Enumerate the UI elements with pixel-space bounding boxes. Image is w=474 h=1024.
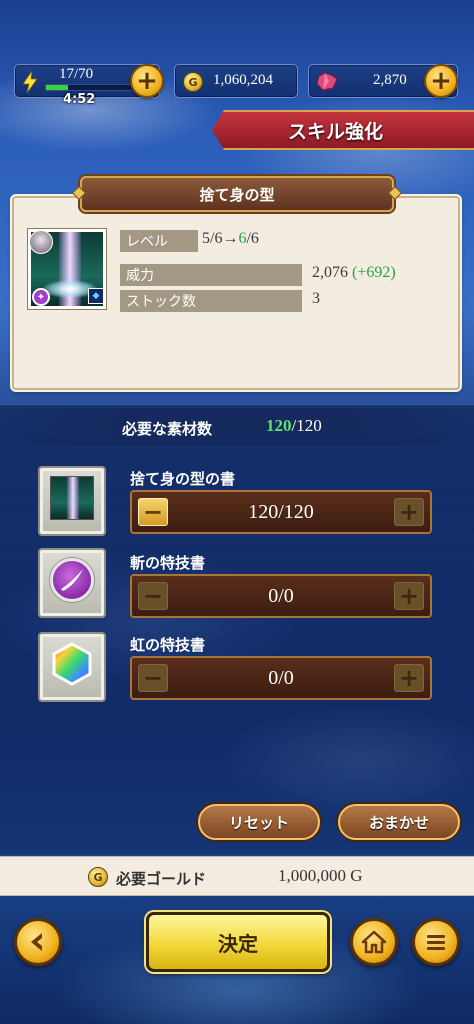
menu-button[interactable] bbox=[412, 918, 460, 966]
material-item-3-stepper: − 0/0 + bbox=[130, 656, 432, 700]
material-item-1-name: 捨て身の型の書 bbox=[130, 470, 236, 488]
slash-scroll-icon bbox=[50, 558, 94, 602]
slash-icon bbox=[61, 569, 83, 591]
material-item-3-icon bbox=[38, 632, 106, 702]
decrease-button[interactable]: − bbox=[138, 664, 168, 692]
auto-select-button[interactable]: おまかせ bbox=[338, 804, 460, 840]
material-item-1-icon bbox=[38, 466, 106, 536]
rainbow-scroll-icon bbox=[50, 642, 94, 686]
material-item-3-count: 0/0 bbox=[268, 666, 294, 689]
screen-title-ribbon: スキル強化 bbox=[212, 110, 474, 150]
plus-icon: + bbox=[398, 664, 420, 692]
slash-type-icon: ✦ bbox=[32, 288, 50, 306]
plus-icon: + bbox=[398, 498, 420, 526]
gold-coin-icon: G bbox=[183, 72, 203, 92]
decrease-button[interactable]: − bbox=[138, 582, 168, 610]
home-button[interactable] bbox=[350, 918, 398, 966]
gold-coin-icon: G bbox=[88, 867, 108, 887]
plus-icon: + bbox=[430, 66, 452, 96]
stamina-value: 17/70 bbox=[59, 66, 94, 82]
gem-value: 2,870 bbox=[373, 72, 407, 88]
minus-icon: − bbox=[142, 664, 164, 692]
skill-scroll-icon bbox=[50, 476, 94, 520]
reset-button[interactable]: リセット bbox=[198, 804, 320, 840]
stock-value: 3 bbox=[312, 290, 320, 307]
required-materials-label: 必要な素材数 bbox=[122, 420, 213, 438]
power-number: 2,076 bbox=[312, 264, 348, 281]
gold-requirement-label: 必要ゴールド bbox=[116, 870, 207, 888]
gold-display: G 1,060,204 bbox=[174, 64, 298, 98]
rainbow-hexagon-icon bbox=[52, 642, 92, 686]
back-button[interactable] bbox=[14, 918, 62, 966]
minus-icon: − bbox=[142, 498, 164, 526]
skill-beam-effect bbox=[67, 477, 79, 519]
stamina-bar-fill bbox=[46, 85, 68, 90]
material-item-1-stepper: − 120/120 + bbox=[130, 490, 432, 534]
material-item-1-count: 120/120 bbox=[248, 500, 314, 523]
material-item-2-name: 斬の特技書 bbox=[130, 554, 206, 572]
required-materials-count: 120/120 bbox=[266, 416, 322, 436]
power-bonus: (+692) bbox=[352, 264, 396, 281]
stamina-timer: 4:52 bbox=[63, 92, 96, 107]
add-stamina-button[interactable]: + bbox=[130, 64, 164, 98]
required-materials-bar bbox=[0, 408, 474, 446]
material-item-2-count: 0/0 bbox=[268, 584, 294, 607]
confirm-button[interactable]: 決定 bbox=[146, 912, 330, 972]
screen-title: スキル強化 bbox=[288, 120, 384, 143]
skill-name-banner: 捨て身の型 bbox=[71, 176, 403, 212]
character-avatar bbox=[29, 230, 53, 254]
plus-icon: + bbox=[398, 582, 420, 610]
gold-requirement-value: 1,000,000 G bbox=[278, 866, 363, 885]
power-value: 2,076 (+692) bbox=[312, 264, 396, 282]
material-item-2-icon bbox=[38, 548, 106, 618]
add-gems-button[interactable]: + bbox=[424, 64, 458, 98]
level-from: 5/6→ bbox=[202, 230, 239, 247]
plus-icon: + bbox=[136, 66, 158, 96]
gold-requirement-bar: G 必要ゴールド 1,000,000 G bbox=[0, 856, 474, 896]
lightning-icon bbox=[23, 71, 37, 93]
material-item-2-stepper: − 0/0 + bbox=[130, 574, 432, 618]
element-icon: ◆ bbox=[88, 288, 104, 304]
decrease-button[interactable]: − bbox=[138, 498, 168, 526]
increase-button[interactable]: + bbox=[394, 498, 424, 526]
gold-value: 1,060,204 bbox=[213, 72, 273, 88]
required-total: /120 bbox=[291, 416, 322, 435]
power-label: 威力 bbox=[120, 264, 302, 286]
level-label: レベル bbox=[120, 230, 198, 252]
minus-icon: − bbox=[142, 582, 164, 610]
hamburger-menu-icon bbox=[427, 935, 445, 950]
home-icon bbox=[361, 930, 387, 954]
stock-label: ストック数 bbox=[120, 290, 302, 312]
level-value: 5/6→6/6 bbox=[202, 230, 259, 248]
increase-button[interactable]: + bbox=[394, 582, 424, 610]
skill-name: 捨て身の型 bbox=[199, 185, 275, 204]
increase-button[interactable]: + bbox=[394, 664, 424, 692]
level-max: /6 bbox=[246, 230, 259, 247]
required-current: 120 bbox=[266, 416, 292, 435]
material-item-3-name: 虹の特技書 bbox=[130, 636, 206, 654]
gem-icon bbox=[316, 72, 338, 91]
back-arrow-icon bbox=[31, 933, 42, 951]
stamina-bar bbox=[45, 84, 137, 91]
